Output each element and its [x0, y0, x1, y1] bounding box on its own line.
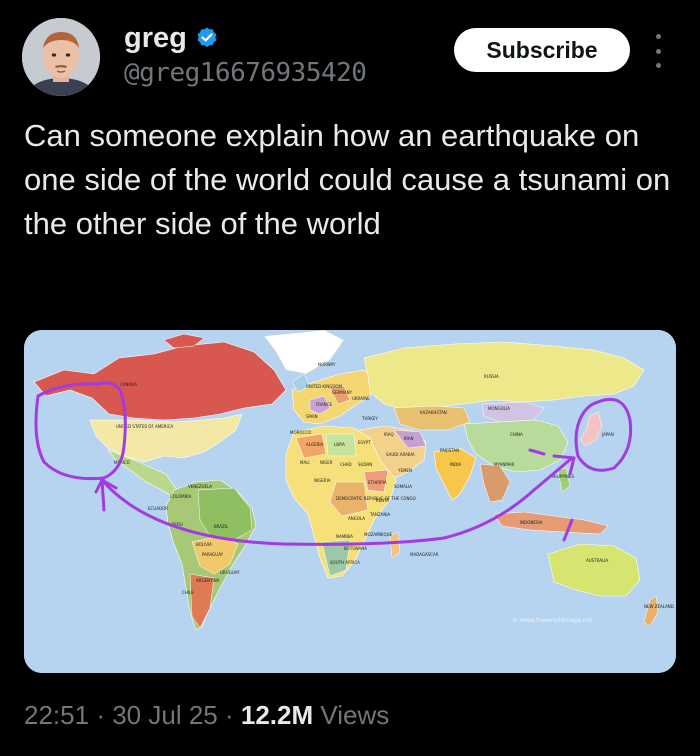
- label-morocco: MOROCCO: [290, 430, 311, 435]
- label-colombia: COLOMBIA: [170, 494, 192, 499]
- label-saudi-arabia: SAUDI ARABIA: [386, 452, 415, 457]
- label-china: CHINA: [510, 432, 523, 437]
- label-angola: ANGOLA: [348, 516, 365, 521]
- verified-badge-icon: [195, 26, 219, 50]
- label-ukraine: UKRAINE: [352, 396, 370, 401]
- label-algeria: ALGERIA: [306, 442, 324, 447]
- label-mongolia: MONGOLIA: [488, 406, 510, 411]
- label-pakistan: PAKISTAN: [440, 448, 459, 453]
- label-egypt: EGYPT: [358, 440, 371, 445]
- author-info: greg @greg16676935420: [124, 20, 367, 88]
- label-indonesia: INDONESIA: [520, 520, 543, 525]
- label-madagascar: MADAGASCAR: [410, 552, 439, 557]
- label-india: INDIA: [450, 462, 461, 467]
- label-iraq: IRAQ: [384, 432, 394, 437]
- label-bolivia: BOLIVIA: [196, 542, 212, 547]
- label-iran: IRAN: [404, 436, 414, 441]
- display-name-row: greg: [124, 20, 366, 56]
- label-japan: JAPAN: [601, 432, 614, 437]
- label-sudan: SUDAN: [358, 462, 372, 467]
- label-brazil: BRAZIL: [214, 524, 229, 529]
- label-myanmar: MYANMAR: [494, 462, 515, 467]
- meta-separator: ·: [224, 700, 234, 730]
- label-uruguay: URUGUAY: [220, 570, 240, 575]
- label-mozambique: MOZAMBIQUE: [364, 532, 393, 537]
- label-paraguay: PARAGUAY: [202, 552, 224, 557]
- label-australia: AUSTRALIA: [586, 558, 608, 563]
- annotation-arrow-stem: [100, 478, 106, 512]
- label-botswana: BOTSWANA: [344, 546, 367, 551]
- label-argentina: ARGENTINA: [196, 578, 220, 583]
- label-canada: CANADA: [120, 382, 137, 387]
- avatar-photo: [22, 18, 100, 96]
- label-chile: CHILE: [182, 590, 194, 595]
- subscribe-button[interactable]: Subscribe: [454, 28, 630, 72]
- label-nigeria: NIGERIA: [314, 478, 331, 483]
- avatar[interactable]: [22, 18, 100, 96]
- label-spain: SPAIN: [306, 414, 318, 419]
- label-chad: CHAD: [340, 462, 352, 467]
- label-germany: GERMANY: [332, 390, 353, 395]
- label-yemen: YEMEN: [397, 468, 412, 473]
- user-handle[interactable]: @greg16676935420: [124, 58, 367, 88]
- world-map: CANADA UNITED STATES OF AMERICA MEXICO V…: [24, 330, 676, 673]
- label-france: FRANCE: [316, 402, 332, 407]
- label-venezuela: VENEZUELA: [188, 484, 212, 489]
- label-south-africa: SOUTH AFRICA: [330, 560, 360, 565]
- label-kazakhstan: KAZAKHSTAN: [420, 410, 447, 415]
- map-watermark: © www.freeworldmaps.net: [512, 617, 593, 624]
- post-media-world-map[interactable]: CANADA UNITED STATES OF AMERICA MEXICO V…: [24, 330, 676, 673]
- post-text: Can someone explain how an earthquake on…: [24, 118, 671, 241]
- display-name[interactable]: greg: [124, 20, 187, 56]
- post-date[interactable]: 30 Jul 25: [112, 700, 218, 730]
- label-new-zealand: NEW ZEALAND: [644, 604, 674, 609]
- more-options-icon[interactable]: [648, 34, 668, 68]
- mongolia-shape: [481, 401, 545, 423]
- label-drc: DEMOCRATIC REPUBLIC OF THE CONGO: [336, 496, 416, 501]
- post-meta: 22:51 · 30 Jul 25 · 12.2M Views: [24, 700, 389, 731]
- label-somalia: SOMALIA: [394, 484, 412, 489]
- label-libya: LIBYA: [334, 442, 345, 447]
- label-turkey: TURKEY: [361, 416, 378, 421]
- meta-separator: ·: [96, 700, 105, 730]
- label-ecuador: ECUADOR: [148, 506, 168, 511]
- label-namibia: NAMIBIA: [336, 534, 353, 539]
- label-tanzania: TANZANIA: [369, 512, 391, 517]
- label-russia: RUSSIA: [484, 374, 499, 379]
- label-mali: MALI: [300, 460, 310, 465]
- label-ethiopia: ETHIOPIA: [368, 480, 387, 485]
- post-time[interactable]: 22:51: [24, 700, 89, 730]
- post-header: greg @greg16676935420 Subscribe: [22, 18, 678, 98]
- views-label: Views: [320, 700, 390, 730]
- label-uk: UNITED KINGDOM: [306, 384, 343, 389]
- label-niger: NIGER: [320, 460, 333, 465]
- views-count[interactable]: 12.2M: [241, 700, 313, 730]
- label-norway: NORWAY: [318, 362, 336, 367]
